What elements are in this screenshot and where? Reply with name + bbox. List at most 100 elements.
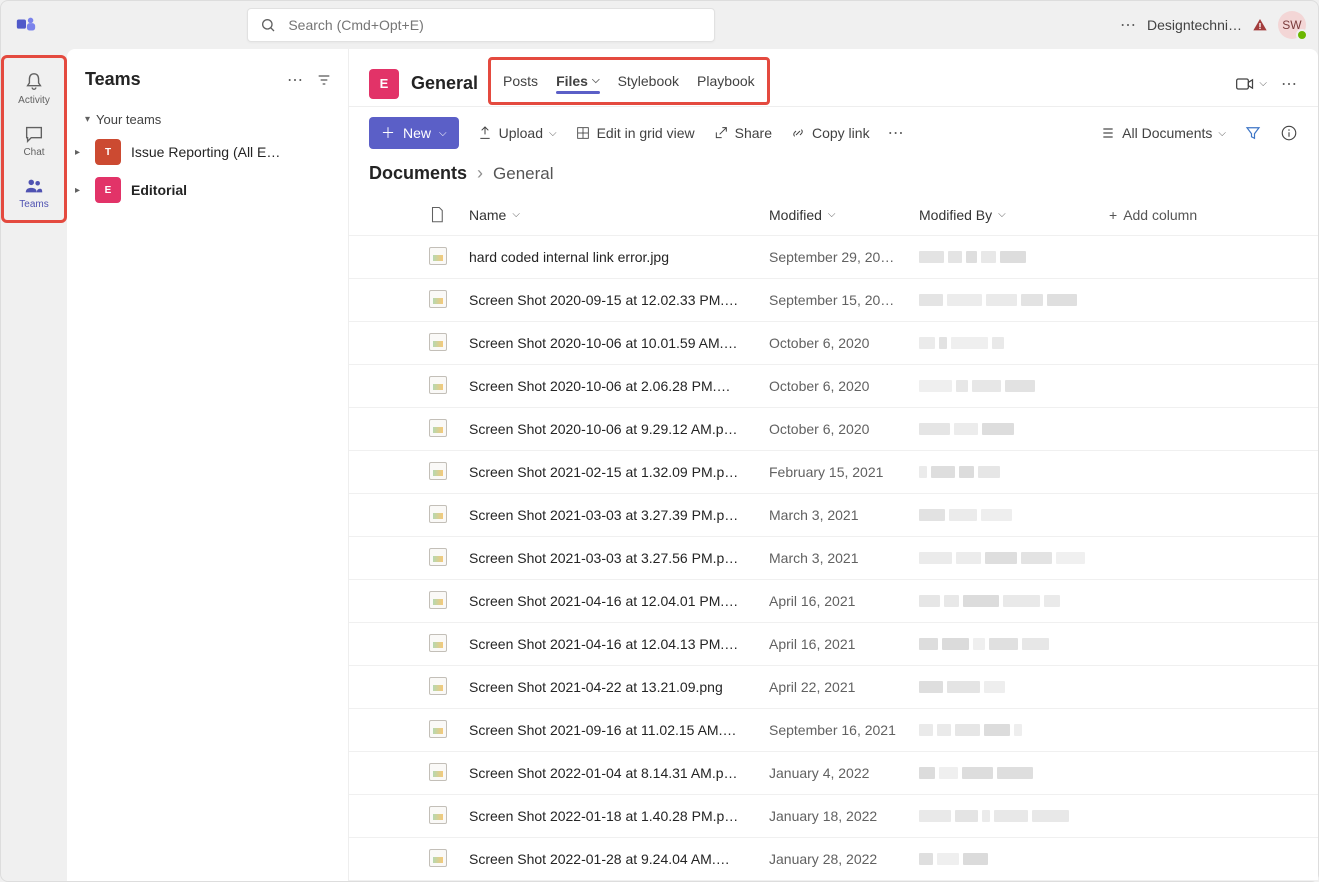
image-file-icon bbox=[429, 634, 447, 652]
your-teams-section[interactable]: ▾ Your teams bbox=[67, 106, 348, 133]
breadcrumb-root[interactable]: Documents bbox=[369, 163, 467, 184]
table-row[interactable]: Screen Shot 2022-01-28 at 9.24.04 AM.… J… bbox=[349, 838, 1318, 881]
file-name[interactable]: Screen Shot 2021-04-16 at 12.04.01 PM.… bbox=[469, 593, 769, 609]
toolbar-more-icon[interactable]: ⋯ bbox=[888, 123, 905, 143]
file-name[interactable]: Screen Shot 2022-01-28 at 9.24.04 AM.… bbox=[469, 851, 769, 867]
more-icon[interactable]: ⋯ bbox=[1120, 15, 1137, 35]
search-input[interactable] bbox=[288, 17, 702, 33]
upload-button[interactable]: Upload ⌵ bbox=[477, 125, 557, 141]
table-row[interactable]: Screen Shot 2020-10-06 at 2.06.28 PM.… O… bbox=[349, 365, 1318, 408]
filter-icon[interactable] bbox=[316, 72, 332, 88]
files-toolbar: ＋ New ⌵ Upload ⌵ Edit in grid view Share bbox=[349, 107, 1318, 159]
tab-stylebook[interactable]: Stylebook bbox=[618, 68, 679, 94]
modified-by-redacted bbox=[919, 767, 1109, 779]
filter-button[interactable] bbox=[1244, 124, 1262, 142]
edit-grid-button[interactable]: Edit in grid view bbox=[575, 125, 695, 141]
modified-by-redacted bbox=[919, 595, 1109, 607]
file-name[interactable]: Screen Shot 2021-04-16 at 12.04.13 PM.… bbox=[469, 636, 769, 652]
list-icon bbox=[1100, 125, 1116, 141]
rail-label: Chat bbox=[23, 147, 44, 158]
table-row[interactable]: Screen Shot 2020-09-15 at 12.02.33 PM.… … bbox=[349, 279, 1318, 322]
image-file-icon bbox=[429, 290, 447, 308]
modified-date: February 15, 2021 bbox=[769, 464, 919, 480]
chevron-down-icon: ⌵ bbox=[592, 75, 600, 86]
image-file-icon bbox=[429, 806, 447, 824]
rail-highlight-box: Activity Chat Teams bbox=[1, 55, 67, 223]
modified-date: April 22, 2021 bbox=[769, 679, 919, 695]
table-row[interactable]: hard coded internal link error.jpg Septe… bbox=[349, 236, 1318, 279]
view-selector[interactable]: All Documents ⌵ bbox=[1100, 125, 1226, 141]
plus-icon: ＋ bbox=[381, 123, 395, 143]
channel-title: General bbox=[411, 73, 478, 94]
team-row[interactable]: ▸ T Issue Reporting (All E… bbox=[67, 133, 348, 171]
image-file-icon bbox=[429, 505, 447, 523]
table-header: Name⌵ Modified⌵ Modified By⌵ +Add column bbox=[349, 194, 1318, 236]
tabs-highlight-box: Posts Files⌵ Stylebook Playbook bbox=[488, 57, 770, 105]
modified-by-column-header[interactable]: Modified By⌵ bbox=[919, 207, 1109, 223]
table-row[interactable]: Screen Shot 2021-04-16 at 12.04.13 PM.… … bbox=[349, 623, 1318, 666]
modified-date: September 16, 2021 bbox=[769, 722, 919, 738]
modified-by-redacted bbox=[919, 810, 1109, 822]
file-name[interactable]: Screen Shot 2020-10-06 at 2.06.28 PM.… bbox=[469, 378, 769, 394]
user-avatar[interactable]: SW bbox=[1278, 11, 1306, 39]
rail-item-teams[interactable]: Teams bbox=[6, 166, 62, 218]
table-row[interactable]: Screen Shot 2021-04-22 at 13.21.09.png A… bbox=[349, 666, 1318, 709]
table-row[interactable]: Screen Shot 2021-03-03 at 3.27.39 PM.p… … bbox=[349, 494, 1318, 537]
channel-badge: E bbox=[369, 69, 399, 99]
people-icon bbox=[23, 175, 45, 197]
image-file-icon bbox=[429, 720, 447, 738]
modified-date: March 3, 2021 bbox=[769, 550, 919, 566]
modified-by-redacted bbox=[919, 509, 1109, 521]
team-name: Editorial bbox=[131, 182, 187, 198]
table-row[interactable]: Screen Shot 2021-03-03 at 3.27.56 PM.p… … bbox=[349, 537, 1318, 580]
tab-posts[interactable]: Posts bbox=[503, 68, 538, 94]
team-row[interactable]: ▸ E Editorial bbox=[67, 171, 348, 209]
meet-button[interactable]: ⌵ bbox=[1235, 76, 1267, 92]
tab-files[interactable]: Files⌵ bbox=[556, 68, 600, 94]
add-column-button[interactable]: +Add column bbox=[1109, 207, 1298, 223]
table-row[interactable]: Screen Shot 2020-10-06 at 10.01.59 AM.… … bbox=[349, 322, 1318, 365]
table-row[interactable]: Screen Shot 2020-10-06 at 9.29.12 AM.p… … bbox=[349, 408, 1318, 451]
table-row[interactable]: Screen Shot 2021-02-15 at 1.32.09 PM.p… … bbox=[349, 451, 1318, 494]
file-name[interactable]: Screen Shot 2021-02-15 at 1.32.09 PM.p… bbox=[469, 464, 769, 480]
table-row[interactable]: Screen Shot 2021-09-16 at 11.02.15 AM.… … bbox=[349, 709, 1318, 752]
breadcrumb: Documents › General bbox=[349, 159, 1318, 194]
team-badge: E bbox=[95, 177, 121, 203]
modified-by-redacted bbox=[919, 380, 1109, 392]
file-name[interactable]: Screen Shot 2021-04-22 at 13.21.09.png bbox=[469, 679, 769, 695]
file-name[interactable]: Screen Shot 2020-10-06 at 10.01.59 AM.… bbox=[469, 335, 769, 351]
table-row[interactable]: Screen Shot 2022-01-18 at 1.40.28 PM.p… … bbox=[349, 795, 1318, 838]
tab-playbook[interactable]: Playbook bbox=[697, 68, 755, 94]
file-name[interactable]: hard coded internal link error.jpg bbox=[469, 249, 769, 265]
sidebar-more-icon[interactable]: ⋯ bbox=[287, 70, 304, 90]
file-name[interactable]: Screen Shot 2020-10-06 at 9.29.12 AM.p… bbox=[469, 421, 769, 437]
channel-tabs: Posts Files⌵ Stylebook Playbook bbox=[496, 61, 770, 106]
new-button[interactable]: ＋ New ⌵ bbox=[369, 117, 459, 149]
search-box[interactable] bbox=[247, 8, 715, 42]
file-name[interactable]: Screen Shot 2021-03-03 at 3.27.39 PM.p… bbox=[469, 507, 769, 523]
link-icon bbox=[790, 125, 806, 141]
table-row[interactable]: Screen Shot 2022-01-04 at 8.14.31 AM.p… … bbox=[349, 752, 1318, 795]
channel-more-icon[interactable]: ⋯ bbox=[1281, 74, 1298, 94]
rail-item-activity[interactable]: Activity bbox=[6, 62, 62, 114]
modified-column-header[interactable]: Modified⌵ bbox=[769, 207, 919, 223]
rail-label: Activity bbox=[18, 95, 50, 106]
modified-by-redacted bbox=[919, 294, 1109, 306]
name-column-header[interactable]: Name⌵ bbox=[469, 207, 769, 223]
modified-date: September 29, 20… bbox=[769, 249, 919, 265]
file-name[interactable]: Screen Shot 2021-03-03 at 3.27.56 PM.p… bbox=[469, 550, 769, 566]
image-file-icon bbox=[429, 419, 447, 437]
table-row[interactable]: Screen Shot 2021-04-16 at 12.04.01 PM.… … bbox=[349, 580, 1318, 623]
file-name[interactable]: Screen Shot 2022-01-18 at 1.40.28 PM.p… bbox=[469, 808, 769, 824]
share-button[interactable]: Share bbox=[713, 125, 772, 141]
chevron-right-icon: › bbox=[477, 163, 483, 184]
copy-link-button[interactable]: Copy link bbox=[790, 125, 870, 141]
team-badge: T bbox=[95, 139, 121, 165]
rail-item-chat[interactable]: Chat bbox=[6, 114, 62, 166]
file-type-header-icon[interactable] bbox=[429, 206, 469, 224]
file-name[interactable]: Screen Shot 2020-09-15 at 12.02.33 PM.… bbox=[469, 292, 769, 308]
file-name[interactable]: Screen Shot 2021-09-16 at 11.02.15 AM.… bbox=[469, 722, 769, 738]
info-button[interactable] bbox=[1280, 124, 1298, 142]
org-label[interactable]: Designtechni… bbox=[1147, 17, 1242, 33]
file-name[interactable]: Screen Shot 2022-01-04 at 8.14.31 AM.p… bbox=[469, 765, 769, 781]
